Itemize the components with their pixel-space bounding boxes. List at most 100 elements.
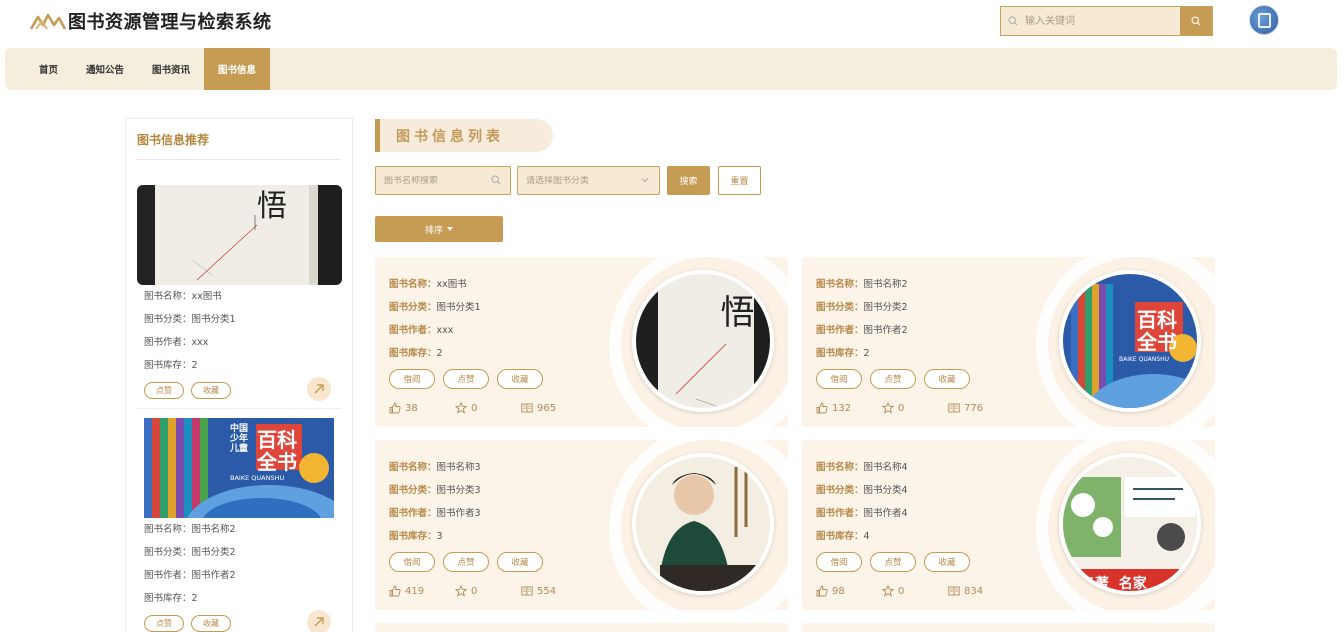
card-actions: 借阅 点赞 收藏 <box>816 369 970 389</box>
book-card[interactable] <box>802 623 1215 632</box>
star-icon <box>455 585 467 597</box>
book-cover-image[interactable]: 悟 <box>632 270 774 412</box>
card-stats: 98 0 834 <box>816 585 983 597</box>
reset-button[interactable]: 重置 <box>718 166 761 195</box>
collect-button[interactable]: 收藏 <box>191 381 231 399</box>
like-button[interactable]: 点赞 <box>870 369 916 389</box>
nav-item-notice[interactable]: 通知公告 <box>72 48 138 90</box>
favorite-count[interactable]: 0 <box>455 402 521 414</box>
sidebar-book-category: 图书分类：图书分类2 <box>144 547 236 558</box>
borrow-button[interactable]: 借阅 <box>389 552 435 572</box>
search-button[interactable]: 搜索 <box>667 166 710 195</box>
cover2-pinyin: BAIKE QUANSHU <box>1119 356 1170 363</box>
view-count: 776 <box>948 402 983 414</box>
global-search <box>1000 6 1213 36</box>
book-cover-1-art <box>137 185 342 285</box>
name-search-input[interactable] <box>376 175 510 186</box>
cover4-bottom-text: 名著 名家 <box>1081 576 1147 592</box>
search-icon <box>491 175 501 188</box>
logo[interactable]: 图书资源管理与检索系统 <box>30 8 272 34</box>
cover2-title-line2: 全书 <box>1137 330 1177 354</box>
sort-label: 排序 <box>424 225 443 236</box>
like-button[interactable]: 点赞 <box>443 552 489 572</box>
book-open-icon <box>521 403 533 413</box>
cover-title-text: 悟 <box>257 189 287 224</box>
recommend-sidebar: 图书信息推荐 悟 图书名称：xx图书 图书分类：图书分类1 图书作者：xxx 图… <box>125 118 353 632</box>
sidebar-book-card[interactable]: 悟 图书名称：xx图书 图书分类：图书分类1 图书作者：xxx 图书库存：2 点… <box>137 185 342 403</box>
card-book-category: 图书分类：图书分类2 <box>816 302 908 313</box>
book-open-icon <box>948 586 960 596</box>
book-cover-image[interactable]: 中国少年儿童 百科 全书 BAIKE QUANSHU <box>144 418 334 518</box>
book-cover-image[interactable]: 百科 全书 BAIKE QUANSHU <box>1059 270 1201 412</box>
sidebar-book-stock: 图书库存：2 <box>144 360 198 371</box>
sidebar-title: 图书信息推荐 <box>137 133 210 147</box>
like-button[interactable]: 点赞 <box>144 381 184 399</box>
book-cover-image[interactable]: 名著 名家 <box>1059 453 1201 595</box>
like-count[interactable]: 38 <box>389 402 455 414</box>
book-card[interactable]: 图书名称：图书名称4 图书分类：图书分类4 图书作者：图书作者4 图书库存：4 … <box>802 440 1215 610</box>
open-detail-button[interactable] <box>307 610 331 632</box>
collect-button[interactable]: 收藏 <box>497 369 543 389</box>
book-card[interactable] <box>375 623 788 632</box>
card-book-category: 图书分类：图书分类3 <box>389 485 481 496</box>
avatar-image <box>1258 13 1271 28</box>
card-book-stock: 图书库存：3 <box>389 531 443 542</box>
sort-dropdown-button[interactable]: 排序 <box>375 216 503 242</box>
thumbs-up-icon <box>389 402 401 414</box>
like-button[interactable]: 点赞 <box>144 614 184 632</box>
book-card[interactable]: 图书名称：图书名称2 图书分类：图书分类2 图书作者：图书作者2 图书库存：2 … <box>802 257 1215 427</box>
like-count[interactable]: 419 <box>389 585 455 597</box>
collect-button[interactable]: 收藏 <box>497 552 543 572</box>
sidebar-book-name: 图书名称：xx图书 <box>144 291 222 302</box>
like-button[interactable]: 点赞 <box>443 369 489 389</box>
collect-button[interactable]: 收藏 <box>924 369 970 389</box>
collect-button[interactable]: 收藏 <box>924 552 970 572</box>
sidebar-book-category: 图书分类：图书分类1 <box>144 314 236 325</box>
caret-down-icon <box>447 227 453 231</box>
category-select-input[interactable] <box>518 175 659 186</box>
cover-title-text: 悟 <box>714 294 754 328</box>
book-cover-image[interactable] <box>632 453 774 595</box>
collect-button[interactable]: 收藏 <box>191 614 231 632</box>
favorite-count[interactable]: 0 <box>882 585 948 597</box>
nav-item-home[interactable]: 首页 <box>25 48 72 90</box>
card-book-name: 图书名称：图书名称2 <box>816 279 908 290</box>
like-button[interactable]: 点赞 <box>870 552 916 572</box>
user-avatar[interactable] <box>1249 5 1279 35</box>
card-actions: 借阅 点赞 收藏 <box>389 552 543 572</box>
mountain-logo-icon <box>30 13 66 30</box>
book-open-icon <box>948 403 960 413</box>
nav-item-book-info[interactable]: 图书信息 <box>204 48 271 90</box>
view-count: 965 <box>521 402 556 414</box>
nav-item-news[interactable]: 图书资讯 <box>138 48 204 90</box>
open-detail-button[interactable] <box>307 377 331 401</box>
favorite-count[interactable]: 0 <box>455 585 521 597</box>
book-card[interactable]: 图书名称：图书名称3 图书分类：图书分类3 图书作者：图书作者3 图书库存：3 … <box>375 440 788 610</box>
sidebar-book-card[interactable]: 中国少年儿童 百科 全书 BAIKE QUANSHU 图书名称：图书名称2 图书… <box>137 418 342 632</box>
card-stats: 38 0 965 <box>389 402 556 414</box>
borrow-button[interactable]: 借阅 <box>816 552 862 572</box>
borrow-button[interactable]: 借阅 <box>816 369 862 389</box>
cover2-pinyin: BAIKE QUANSHU <box>230 474 285 482</box>
header: 图书资源管理与检索系统 <box>0 0 1344 46</box>
global-search-button[interactable] <box>1180 7 1212 35</box>
card-book-name: 图书名称：xx图书 <box>389 279 467 290</box>
global-search-input[interactable] <box>1025 7 1180 35</box>
book-card[interactable]: 图书名称：xx图书 图书分类：图书分类1 图书作者：xxx 图书库存：2 借阅 … <box>375 257 788 427</box>
view-count: 834 <box>948 585 983 597</box>
borrow-button[interactable]: 借阅 <box>389 369 435 389</box>
category-select[interactable] <box>517 166 660 195</box>
thumbs-up-icon <box>389 585 401 597</box>
favorite-count[interactable]: 0 <box>882 402 948 414</box>
card-book-category: 图书分类：图书分类4 <box>816 485 908 496</box>
sidebar-book-stock: 图书库存：2 <box>144 593 198 604</box>
star-icon <box>882 585 894 597</box>
book-cover-image[interactable]: 悟 <box>137 185 342 285</box>
star-icon <box>455 402 467 414</box>
star-icon <box>882 402 894 414</box>
thumbs-up-icon <box>816 585 828 597</box>
cover2-subtitle: 中国少年儿童 <box>230 424 249 454</box>
arrow-up-right-icon <box>314 384 324 394</box>
like-count[interactable]: 132 <box>816 402 882 414</box>
like-count[interactable]: 98 <box>816 585 882 597</box>
